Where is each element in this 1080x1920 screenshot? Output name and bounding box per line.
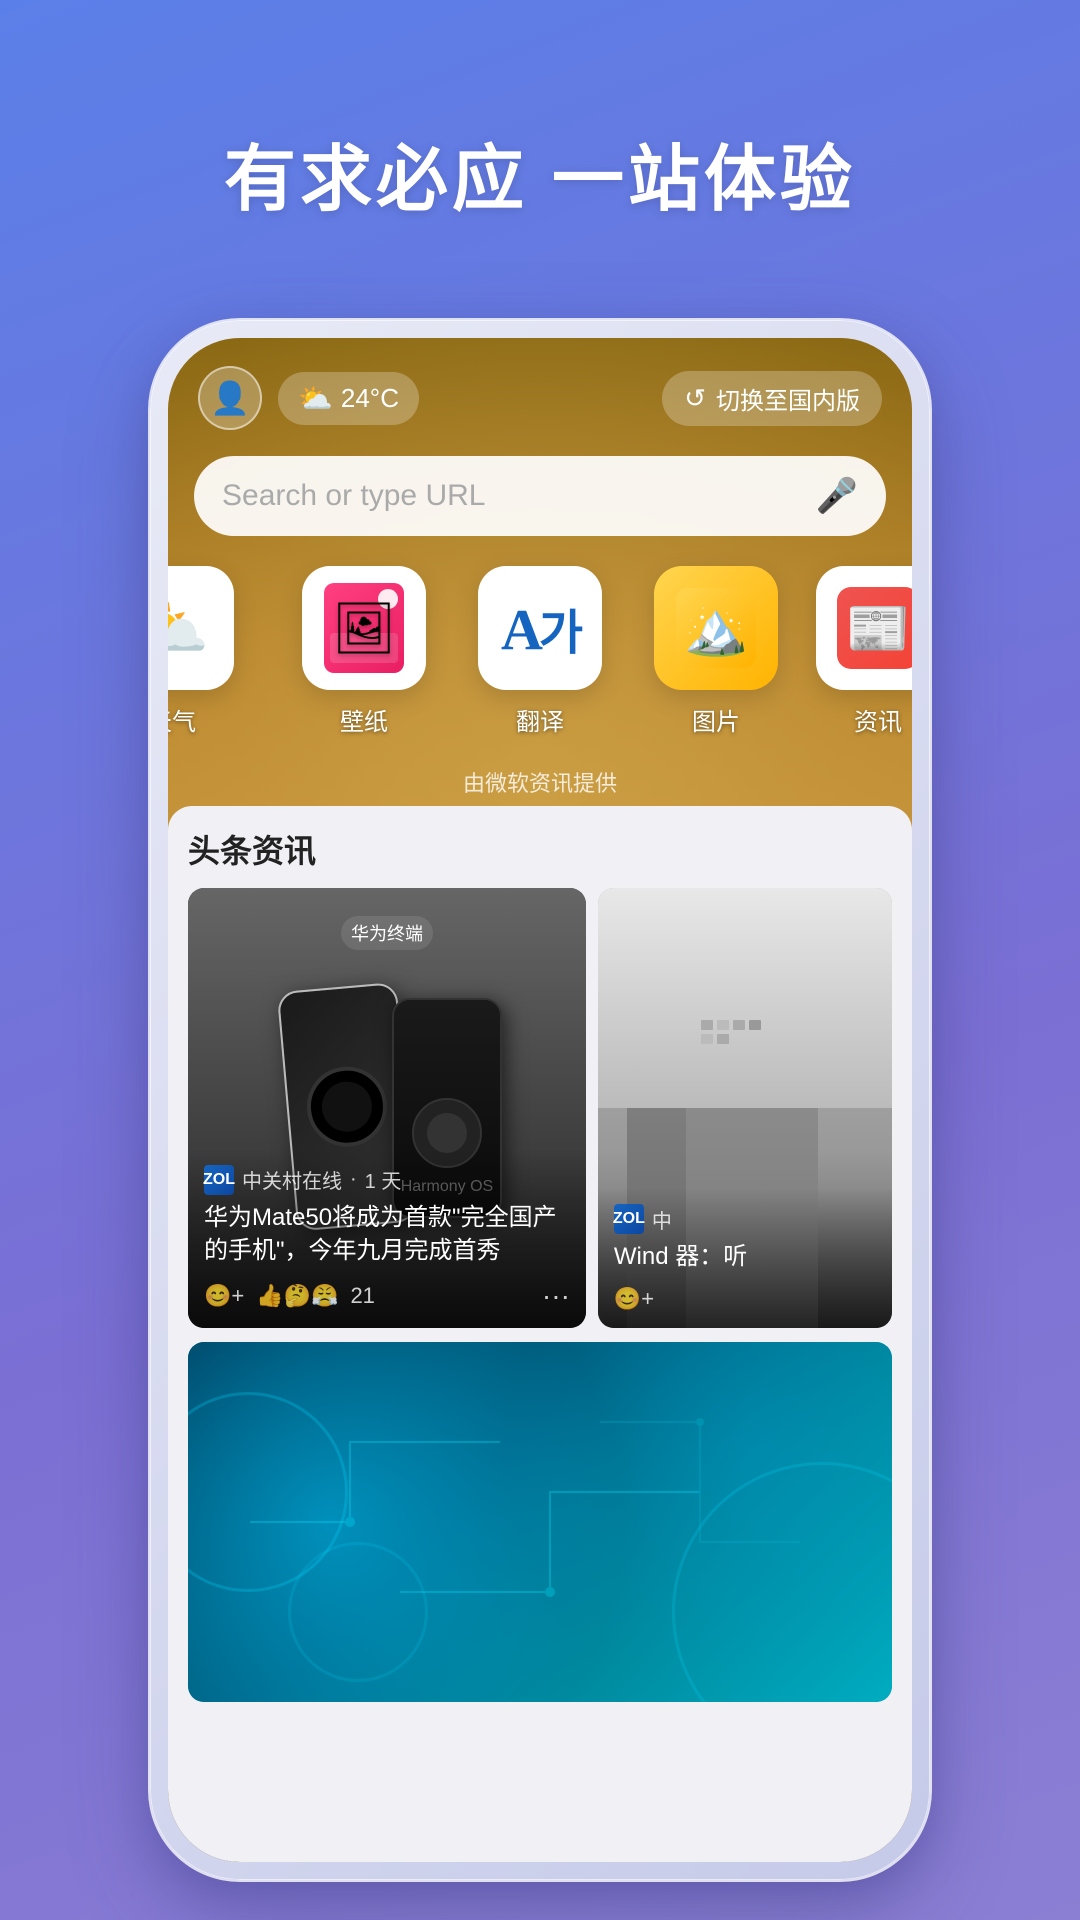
news-section: 头条资讯 xyxy=(168,806,912,1862)
news-card-1-title: 华为Mate50将成为首款"完全国产的手机"，今年九月完成首秀 xyxy=(204,1201,570,1268)
react-add-icon-2[interactable]: 😊+ xyxy=(614,1286,654,1312)
attribution-text: 由微软资讯提供 xyxy=(168,756,912,798)
phone-wrapper: 👤 ⛅ 24°C ↺ 切换至国内版 Search or type URL xyxy=(150,320,930,1880)
app-item-news[interactable]: 📰 资讯 xyxy=(804,566,912,737)
screen-content: 👤 ⛅ 24°C ↺ 切换至国内版 Search or type URL xyxy=(168,338,912,1862)
reaction-count: 21 xyxy=(350,1283,374,1309)
translate-app-icon: A가 xyxy=(478,566,602,690)
switch-label: 切换至国内版 xyxy=(716,381,860,416)
avatar-button[interactable]: 👤 xyxy=(198,366,262,430)
user-icon: 👤 xyxy=(210,379,250,417)
news-card-2-actions: 😊+ xyxy=(614,1286,876,1312)
phone-screen: 👤 ⛅ 24°C ↺ 切换至国内版 Search or type URL xyxy=(168,338,912,1862)
news-card-1-overlay: ZOL 中关村在线 · 1 天 华为Mate50将成为首款"完全国产的手机"，今… xyxy=(188,1149,586,1328)
wallpaper-app-label: 壁纸 xyxy=(340,702,388,737)
translate-app-label: 翻译 xyxy=(516,702,564,737)
app-item-image[interactable]: 🏔️ 图片 xyxy=(642,566,790,737)
weather-pill[interactable]: ⛅ 24°C xyxy=(278,372,419,425)
reaction-emojis: 👍🤔😤 xyxy=(256,1283,338,1309)
weather-app-icon: ⛅ xyxy=(168,566,234,690)
top-bar: 👤 ⛅ 24°C ↺ 切换至国内版 xyxy=(168,338,912,446)
app-item-wallpaper[interactable]: 🖼 壁纸 xyxy=(290,566,438,737)
news-card-2-source: ZOL 中 xyxy=(614,1204,876,1234)
search-placeholder-text: Search or type URL xyxy=(222,479,800,513)
news-card-2-title: Wind 器：听 xyxy=(614,1240,876,1274)
weather-cloud-icon: ⛅ xyxy=(298,382,333,415)
react-add-icon[interactable]: 😊+ xyxy=(204,1283,244,1309)
news-card-2[interactable]: ZOL 中 Wind 器：听 😊+ xyxy=(598,888,892,1328)
news-cards-row: Harmony OS 华为终端 xyxy=(188,888,892,1328)
source-logo-2: ZOL xyxy=(614,1204,644,1234)
search-bar[interactable]: Search or type URL 🎤 xyxy=(194,456,886,536)
news-header: 头条资讯 xyxy=(188,826,892,872)
image-app-icon: 🏔️ xyxy=(654,566,778,690)
app-item-weather[interactable]: ⛅ 天气 xyxy=(168,566,246,737)
weather-app-label: 天气 xyxy=(168,702,196,737)
hero-title: 有求必应 一站体验 xyxy=(0,0,1080,225)
news-card-1-source: ZOL 中关村在线 · 1 天 xyxy=(204,1165,570,1195)
app-item-translate[interactable]: A가 翻译 xyxy=(466,566,614,737)
phone-frame: 👤 ⛅ 24°C ↺ 切换至国内版 Search or type URL xyxy=(150,320,930,1880)
search-bar-wrap: Search or type URL 🎤 xyxy=(168,446,912,556)
news-card-1[interactable]: Harmony OS 华为终端 xyxy=(188,888,586,1328)
news-app-label: 资讯 xyxy=(854,702,902,737)
source-logo-1: ZOL xyxy=(204,1165,234,1195)
wallpaper-app-icon: 🖼 xyxy=(302,566,426,690)
news-card-2-overlay: ZOL 中 Wind 器：听 😊+ xyxy=(598,1188,892,1328)
news-app-icon: 📰 xyxy=(816,566,912,690)
switch-icon: ↺ xyxy=(684,383,706,414)
news-row-2[interactable] xyxy=(188,1342,892,1702)
more-options-icon[interactable]: ··· xyxy=(542,1280,570,1312)
switch-region-button[interactable]: ↺ 切换至国内版 xyxy=(662,371,882,426)
news-card-1-actions: 😊+ 👍🤔😤 21 ··· xyxy=(204,1280,570,1312)
image-app-label: 图片 xyxy=(692,702,740,737)
weather-temp: 24°C xyxy=(341,383,399,414)
mic-icon[interactable]: 🎤 xyxy=(816,476,858,516)
